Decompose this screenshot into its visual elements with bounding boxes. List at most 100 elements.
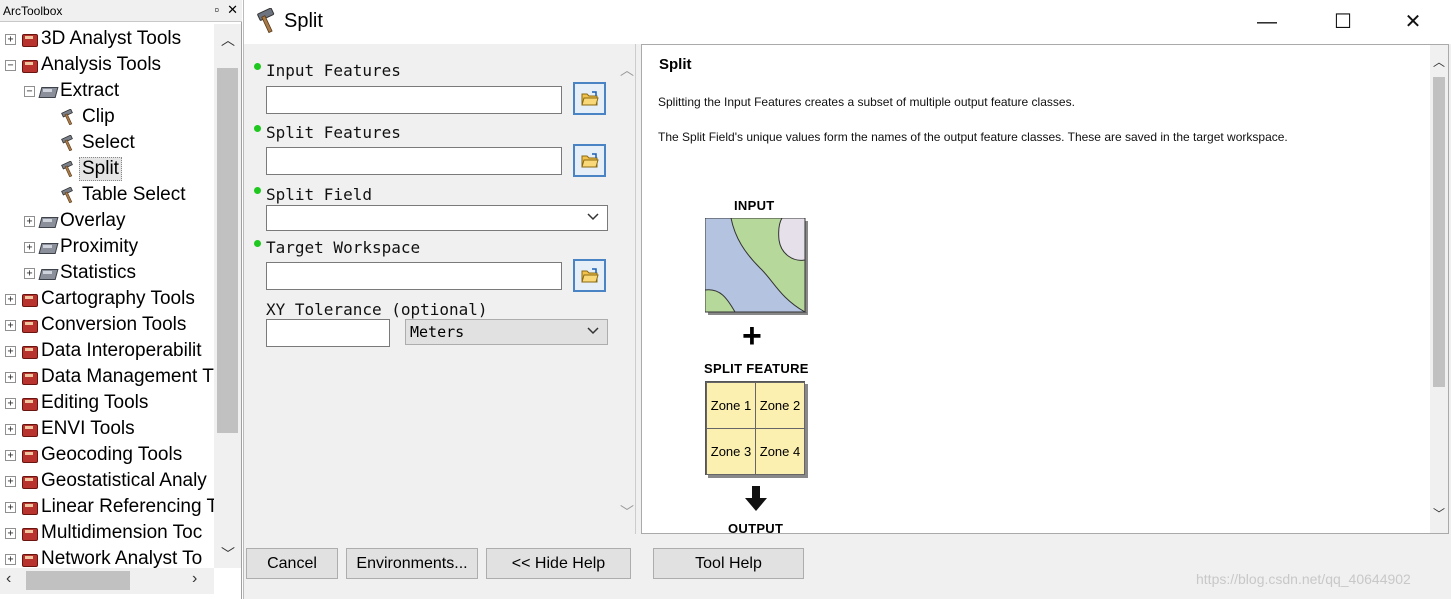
maximize-button[interactable]: ☐ bbox=[1320, 6, 1366, 38]
tree-item-toolbox[interactable]: + Data Interoperabilit bbox=[5, 338, 202, 364]
target-workspace-input[interactable] bbox=[266, 262, 562, 290]
scroll-thumb[interactable] bbox=[1433, 77, 1445, 387]
help-vertical-scrollbar[interactable]: ︿ ﹀ bbox=[1430, 45, 1448, 533]
expand-icon[interactable]: + bbox=[24, 241, 35, 253]
expand-icon[interactable]: + bbox=[24, 215, 35, 227]
tree-item-tool[interactable]: Split bbox=[60, 156, 122, 182]
hammer-icon bbox=[61, 161, 73, 177]
help-paragraph: The Split Field's unique values form the… bbox=[658, 130, 1288, 144]
tree-item-toolbox[interactable]: + Cartography Tools bbox=[5, 286, 195, 312]
xy-tolerance-unit-dropdown[interactable]: Meters bbox=[405, 319, 608, 345]
open-folder-icon bbox=[581, 268, 599, 283]
hammer-icon bbox=[257, 8, 275, 34]
scroll-left-icon[interactable]: ‹ bbox=[6, 570, 11, 588]
expand-icon[interactable]: + bbox=[5, 293, 16, 305]
tree-item-toolbox[interactable]: + Geostatistical Analy bbox=[5, 468, 207, 494]
toolbox-horizontal-scrollbar[interactable]: ‹ › bbox=[0, 568, 214, 594]
scroll-right-icon[interactable]: › bbox=[192, 570, 197, 588]
split-features-browse-button[interactable] bbox=[573, 144, 606, 177]
scroll-up-icon[interactable]: ︿ bbox=[1433, 53, 1445, 70]
toolset-icon bbox=[40, 214, 56, 228]
hammer-icon bbox=[61, 109, 73, 125]
tree-item-toolbox[interactable]: + ENVI Tools bbox=[5, 416, 135, 442]
tree-item-toolbox[interactable]: + Network Analyst To bbox=[5, 546, 202, 568]
split-field-dropdown[interactable] bbox=[266, 205, 608, 231]
environments-button[interactable]: Environments... bbox=[346, 548, 478, 579]
toolbox-icon bbox=[21, 422, 38, 437]
tree-item-tool[interactable]: Select bbox=[60, 130, 135, 156]
expand-icon[interactable]: + bbox=[5, 527, 16, 539]
split-features-input[interactable] bbox=[266, 147, 562, 175]
xy-tolerance-label: XY Tolerance (optional) bbox=[266, 300, 488, 319]
split-feature-grid: Zone 1 Zone 2 Zone 3 Zone 4 bbox=[705, 381, 805, 475]
tree-item-tool[interactable]: Table Select bbox=[60, 182, 186, 208]
tree-item-toolset[interactable]: + Proximity bbox=[24, 234, 138, 260]
tree-item-toolbox[interactable]: − Analysis Tools bbox=[5, 52, 161, 78]
cancel-button[interactable]: Cancel bbox=[246, 548, 338, 579]
scroll-down-icon[interactable]: ﹀ bbox=[221, 544, 235, 564]
tree-item-label: Overlay bbox=[60, 210, 126, 231]
close-panel-icon[interactable]: ✕ bbox=[227, 2, 238, 18]
tree-item-toolbox[interactable]: + Editing Tools bbox=[5, 390, 148, 416]
target-workspace-browse-button[interactable] bbox=[573, 259, 606, 292]
tree-item-label: Clip bbox=[82, 106, 115, 127]
input-features-browse-button[interactable] bbox=[573, 82, 606, 115]
toolbox-icon bbox=[21, 370, 38, 385]
tree-item-toolbox[interactable]: +3D Analyst Tools bbox=[5, 26, 181, 52]
toolset-icon bbox=[40, 266, 56, 280]
params-scroll-up-icon[interactable]: ︿ bbox=[620, 60, 634, 80]
collapse-icon[interactable]: − bbox=[5, 59, 16, 71]
tree-item-toolbox[interactable]: + Conversion Tools bbox=[5, 312, 186, 338]
close-button[interactable]: ✕ bbox=[1390, 6, 1436, 38]
tree-item-label: Analysis Tools bbox=[41, 54, 162, 75]
tree-item-label: Data Interoperabilit bbox=[41, 340, 202, 361]
expand-icon[interactable]: + bbox=[5, 319, 16, 331]
expand-icon[interactable]: + bbox=[5, 449, 16, 461]
scroll-thumb[interactable] bbox=[217, 68, 238, 433]
tree-item-toolbox[interactable]: + Geocoding Tools bbox=[5, 442, 182, 468]
tree-item-label: Data Management T bbox=[41, 366, 214, 387]
hide-help-button[interactable]: << Hide Help bbox=[486, 548, 631, 579]
expand-icon[interactable]: + bbox=[5, 553, 16, 565]
scroll-down-icon[interactable]: ﹀ bbox=[1433, 505, 1445, 522]
xy-tolerance-input[interactable] bbox=[266, 319, 390, 347]
expand-icon[interactable]: + bbox=[5, 423, 16, 435]
toolbox-vertical-scrollbar[interactable]: ︿ ﹀ bbox=[214, 24, 241, 568]
tree-item-toolbox[interactable]: + Multidimension Toc bbox=[5, 520, 202, 546]
tree-item-label: Multidimension Toc bbox=[41, 522, 203, 543]
dialog-title-bar: Split — ☐ ✕ bbox=[244, 0, 1451, 44]
arctoolbox-panel: ArcToolbox ▫ ✕ +3D Analyst Tools − Analysi… bbox=[0, 0, 242, 599]
tree-item-tool[interactable]: Clip bbox=[60, 104, 115, 130]
scroll-thumb[interactable] bbox=[26, 571, 130, 590]
expand-icon[interactable]: + bbox=[5, 501, 16, 513]
expand-icon[interactable]: + bbox=[5, 371, 16, 383]
toolbox-icon bbox=[21, 32, 38, 47]
tree-item-toolset[interactable]: + Statistics bbox=[24, 260, 136, 286]
expand-icon[interactable]: + bbox=[24, 267, 35, 279]
expand-icon[interactable]: + bbox=[5, 475, 16, 487]
expand-icon[interactable]: + bbox=[5, 345, 16, 357]
tree-item-toolbox[interactable]: + Data Management T bbox=[5, 364, 214, 390]
xy-tolerance-unit-value: Meters bbox=[410, 323, 465, 341]
tree-item-label: 3D Analyst Tools bbox=[41, 28, 182, 49]
zone-cell: Zone 3 bbox=[706, 428, 756, 475]
tree-item-toolbox[interactable]: + Linear Referencing T bbox=[5, 494, 214, 520]
tool-help-button[interactable]: Tool Help bbox=[653, 548, 804, 579]
toolbox-icon bbox=[21, 396, 38, 411]
dialog-title: Split bbox=[284, 10, 323, 32]
arctoolbox-title: ArcToolbox bbox=[3, 4, 63, 18]
toolbox-icon bbox=[21, 526, 38, 541]
input-features-input[interactable] bbox=[266, 86, 562, 114]
tree-item-toolset[interactable]: − Extract bbox=[24, 78, 119, 104]
tree-item-toolset[interactable]: + Overlay bbox=[24, 208, 125, 234]
required-indicator bbox=[254, 240, 261, 247]
toolbox-icon bbox=[21, 474, 38, 489]
float-panel-icon[interactable]: ▫ bbox=[214, 2, 219, 18]
scroll-up-icon[interactable]: ︿ bbox=[221, 30, 235, 50]
expand-icon[interactable]: + bbox=[5, 397, 16, 409]
expand-icon[interactable]: + bbox=[5, 33, 16, 45]
collapse-icon[interactable]: − bbox=[24, 85, 35, 97]
tree-item-label: Linear Referencing T bbox=[41, 496, 214, 517]
params-scroll-down-icon[interactable]: ﹀ bbox=[620, 502, 634, 522]
minimize-button[interactable]: — bbox=[1244, 6, 1290, 38]
